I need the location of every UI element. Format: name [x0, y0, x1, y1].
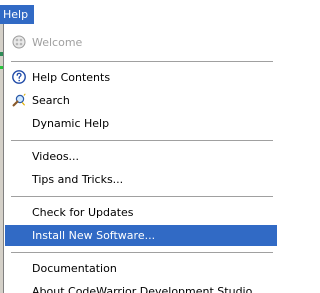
menu-item-tips-and-tricks-label: Tips and Tricks... — [32, 173, 124, 186]
menu-separator-3 — [11, 196, 273, 197]
menu-item-install-new-software[interactable]: Install New Software... — [5, 225, 277, 246]
search-icon — [12, 93, 26, 107]
menubar: Help — [0, 0, 276, 24]
menu-item-about-label: About CodeWarrior Development Studio — [32, 285, 253, 293]
menu-separator-1 — [11, 61, 273, 62]
menu-item-help-contents-label: Help Contents — [32, 71, 111, 84]
menu-item-search[interactable]: Search — [5, 90, 277, 111]
menu-item-about[interactable]: About CodeWarrior Development Studio — [5, 281, 277, 293]
menu-item-welcome[interactable]: Welcome — [5, 32, 277, 53]
menu-separator-4 — [11, 252, 273, 253]
menu-item-check-for-updates[interactable]: Check for Updates — [5, 202, 277, 223]
menu-item-search-label: Search — [32, 94, 70, 107]
help-dropdown: Welcome Help Contents Search Dynamic Hel… — [3, 24, 277, 293]
help-contents-icon — [12, 70, 26, 84]
menubar-help[interactable]: Help — [0, 5, 34, 24]
menu-item-install-new-software-label: Install New Software... — [32, 229, 156, 242]
menu-item-dynamic-help[interactable]: Dynamic Help — [5, 113, 277, 134]
menubar-help-label: Help — [3, 8, 29, 21]
menu-item-check-for-updates-label: Check for Updates — [32, 206, 134, 219]
menu-item-tips-and-tricks[interactable]: Tips and Tricks... — [5, 169, 277, 190]
menu-item-help-contents[interactable]: Help Contents — [5, 67, 277, 88]
welcome-icon — [12, 35, 26, 49]
menu-item-documentation[interactable]: Documentation — [5, 258, 277, 279]
menu-item-videos[interactable]: Videos... — [5, 146, 277, 167]
menu-item-videos-label: Videos... — [32, 150, 80, 163]
menu-separator-2 — [11, 140, 273, 141]
menu-item-documentation-label: Documentation — [32, 262, 117, 275]
menu-item-dynamic-help-label: Dynamic Help — [32, 117, 110, 130]
help-menu-screen: Help Welcome Help Contents Search Dynami… — [0, 0, 277, 293]
menu-item-welcome-label: Welcome — [32, 36, 83, 49]
